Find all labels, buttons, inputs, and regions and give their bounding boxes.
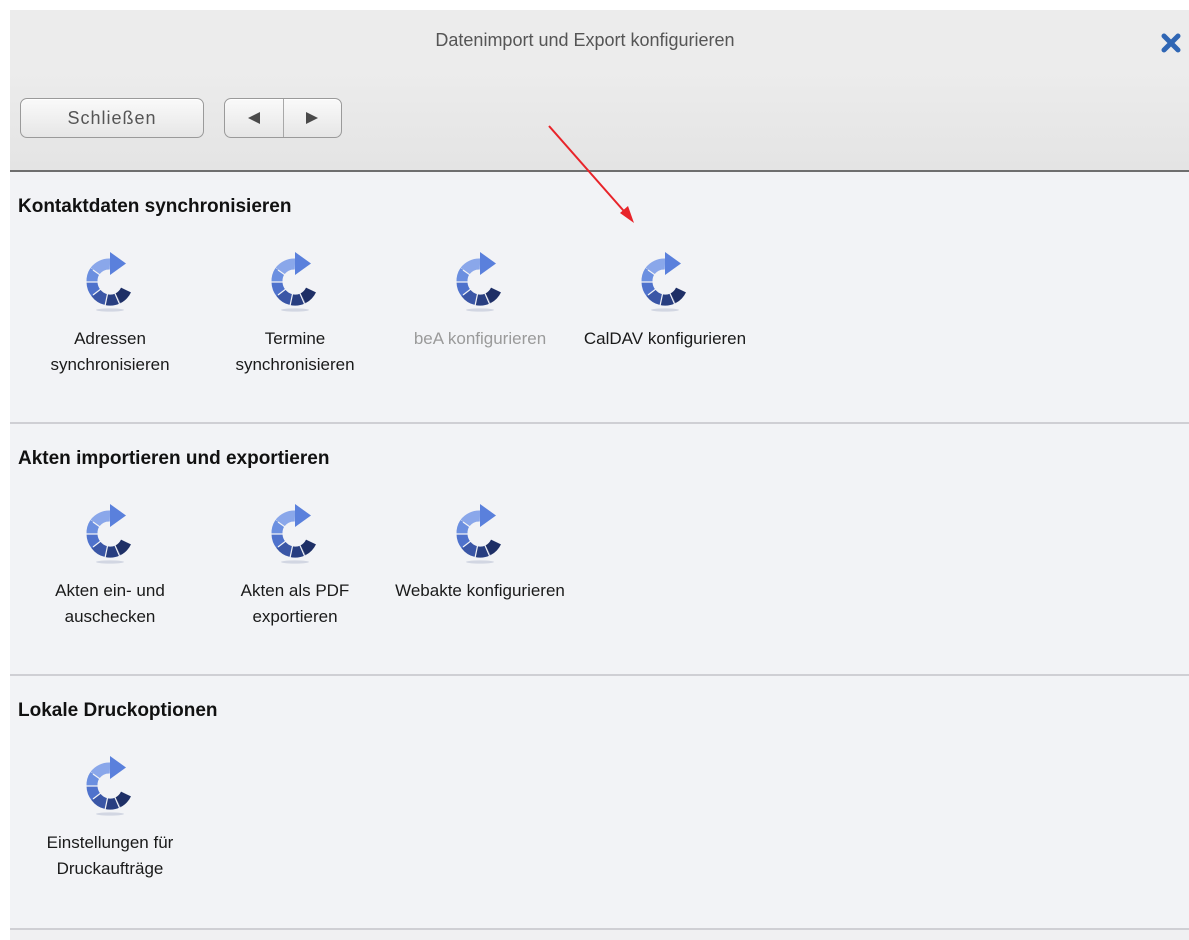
- forward-button[interactable]: [282, 99, 342, 137]
- adressen-synchronisieren-button[interactable]: Adressen synchronisieren: [20, 248, 200, 378]
- item-label: CalDAV konfigurieren: [583, 329, 747, 348]
- akten-ein-und-auschecken-button[interactable]: Akten ein- und auschecken: [20, 500, 200, 630]
- item-label: Adressen synchronisieren: [50, 329, 170, 374]
- termine-synchronisieren-button[interactable]: Termine synchronisieren: [205, 248, 385, 378]
- sync-icon: [80, 248, 140, 312]
- bea-konfigurieren-button[interactable]: beA konfigurieren: [390, 248, 570, 352]
- caldav-konfigurieren-button[interactable]: CalDAV konfigurieren: [575, 248, 755, 352]
- sync-icon: [635, 248, 695, 312]
- akten-als-pdf-exportieren-button[interactable]: Akten als PDF exportieren: [205, 500, 385, 630]
- section-akten: Akten importieren und exportieren Akten …: [10, 424, 1189, 676]
- sync-icon: [80, 752, 140, 816]
- sync-icon: [450, 248, 510, 312]
- sync-icon: [80, 500, 140, 564]
- triangle-right-icon: [306, 112, 319, 124]
- section-title: Kontaktdaten synchronisieren: [18, 196, 292, 217]
- sync-icon: [265, 500, 325, 564]
- item-label: Termine synchronisieren: [235, 329, 355, 374]
- druckauftraege-einstellungen-button[interactable]: Einstellungen für Druckaufträge: [20, 752, 200, 882]
- section-kontaktdaten: Kontaktdaten synchronisieren Adressen sy…: [10, 172, 1189, 424]
- item-label: Akten ein- und auschecken: [55, 581, 165, 626]
- item-label: Akten als PDF exportieren: [240, 581, 350, 626]
- section-title: Akten importieren und exportieren: [18, 448, 330, 469]
- dialog-title: Datenimport und Export konfigurieren: [435, 30, 735, 50]
- dialog: Datenimport und Export konfigurieren Sch…: [10, 10, 1189, 940]
- item-label: Webakte konfigurieren: [395, 581, 565, 600]
- item-label: beA konfigurieren: [413, 329, 547, 348]
- navigation-buttons: [224, 98, 342, 138]
- webakte-konfigurieren-button[interactable]: Webakte konfigurieren: [390, 500, 570, 604]
- close-button[interactable]: Schließen: [20, 98, 204, 138]
- sync-icon: [450, 500, 510, 564]
- section-druckoptionen: Lokale Druckoptionen Einstellungen für D…: [10, 676, 1189, 930]
- triangle-left-icon: [247, 112, 260, 124]
- item-label: Einstellungen für Druckaufträge: [46, 833, 174, 878]
- toolbar: Schließen: [10, 70, 1189, 172]
- sync-icon: [265, 248, 325, 312]
- section-title: Lokale Druckoptionen: [18, 700, 218, 721]
- back-button[interactable]: [225, 99, 283, 137]
- close-icon[interactable]: [1160, 32, 1182, 54]
- dialog-titlebar: Datenimport und Export konfigurieren: [10, 10, 1189, 70]
